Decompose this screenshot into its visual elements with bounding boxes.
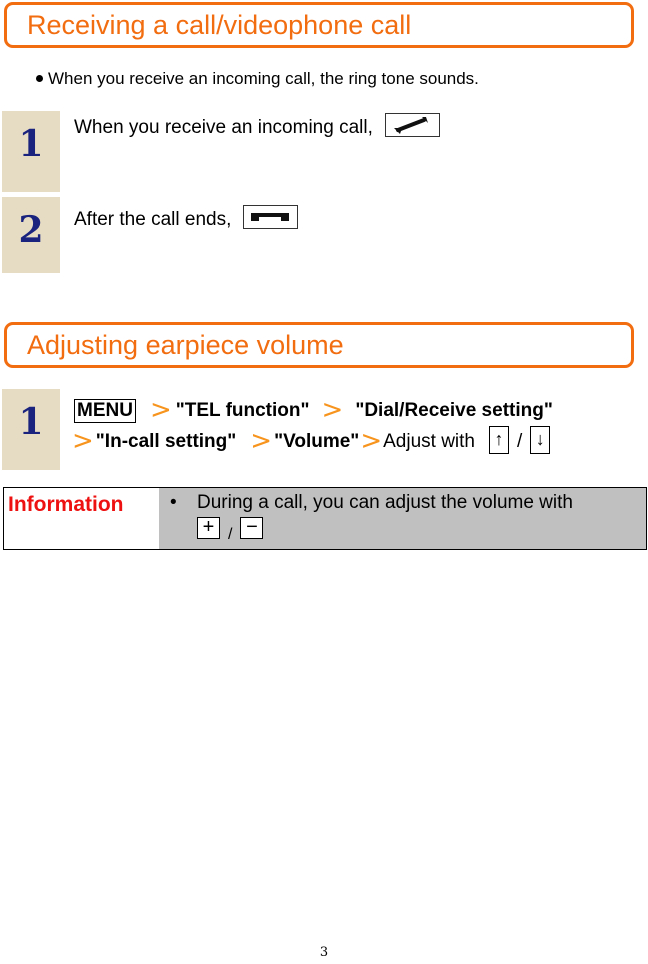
off-hook-phone-icon <box>384 113 440 137</box>
arrow-icon: > <box>360 426 383 456</box>
separator: / <box>516 431 523 452</box>
plus-key-icon: + <box>197 517 220 539</box>
step-instruction: When you receive an incoming call, <box>74 117 373 139</box>
up-arrow-key-icon: ↑ <box>488 425 509 454</box>
step-badge-1: 1 <box>2 389 60 470</box>
step-1-text: When you receive an incoming call, <box>74 113 440 140</box>
page-number: 3 <box>319 945 329 960</box>
section-title: Adjusting earpiece volume <box>27 330 344 360</box>
volume-keys: + / − <box>197 517 264 544</box>
separator: / <box>228 526 233 543</box>
step-number: 1 <box>18 401 44 443</box>
information-body: • During a call, you can adjust the volu… <box>159 488 646 549</box>
arrow-icon: > <box>149 395 172 425</box>
intro-bullet: When you receive an incoming call, the r… <box>36 69 479 89</box>
menu-path-item: "Dial/Receive setting" <box>355 400 553 421</box>
menu-path-line-2: > "In-call setting" > "Volume">Adjust with ↑… <box>72 425 556 456</box>
information-text: During a call, you can adjust the volume… <box>197 492 573 513</box>
step-2-text: After the call ends, <box>74 205 299 232</box>
minus-key-icon: − <box>240 517 264 539</box>
menu-key: MENU <box>74 399 136 423</box>
menu-path-line-1: MENU > "TEL function" > "Dial/Receive settin… <box>74 395 553 425</box>
on-hook-phone-icon <box>243 205 299 229</box>
down-arrow-key-icon: ↓ <box>530 425 551 454</box>
arrow-icon: > <box>321 395 344 425</box>
intro-text: When you receive an incoming call, the r… <box>48 69 479 88</box>
step-badge-2: 2 <box>2 197 60 273</box>
menu-path-item: "In-call setting" <box>95 431 237 452</box>
menu-path-item: "TEL function" <box>175 400 310 421</box>
section-title: Receiving a call/videophone call <box>27 10 412 40</box>
adjust-text: Adjust with <box>383 431 475 452</box>
arrow-icon: > <box>72 426 94 456</box>
step-instruction: After the call ends, <box>74 209 232 231</box>
arrow-icon: > <box>250 426 273 456</box>
menu-path-item: "Volume" <box>274 431 360 452</box>
section-header-receiving-call: Receiving a call/videophone call <box>4 2 634 48</box>
step-number: 1 <box>18 123 44 165</box>
information-label: Information <box>4 488 159 549</box>
section-header-earpiece-volume: Adjusting earpiece volume <box>4 322 634 368</box>
step-number: 2 <box>18 209 44 251</box>
bullet-icon <box>36 75 43 83</box>
information-box: Information • During a call, you can adj… <box>3 487 647 550</box>
bullet-icon: • <box>170 492 177 513</box>
step-badge-1: 1 <box>2 111 60 192</box>
